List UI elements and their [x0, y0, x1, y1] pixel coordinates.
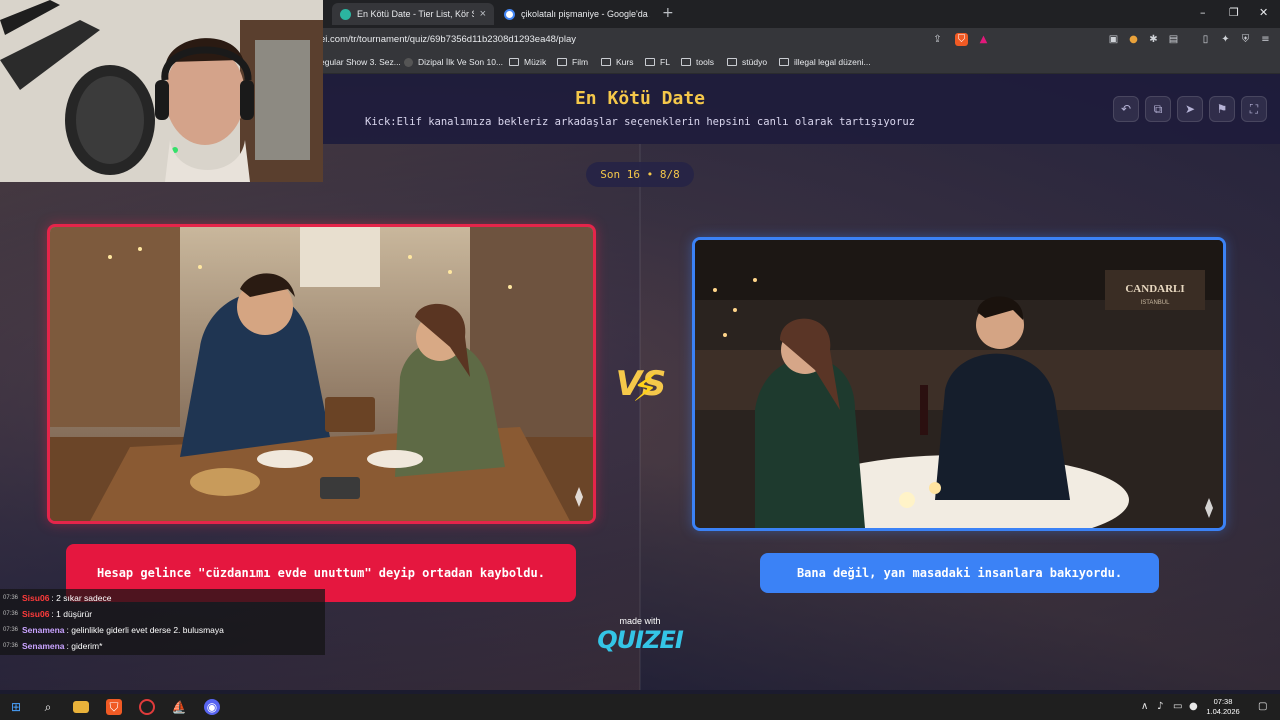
- app-icon[interactable]: [139, 699, 155, 715]
- round-indicator: Son 16 • 8/8: [586, 162, 694, 187]
- extension-icon[interactable]: ▣: [1107, 33, 1120, 46]
- option-left-image[interactable]: [47, 224, 596, 524]
- puzzle-icon[interactable]: ✱: [1147, 33, 1160, 46]
- folder-icon: [601, 58, 611, 66]
- made-with-label: made with: [619, 616, 661, 626]
- option-right-button[interactable]: Bana değil, yan masadaki insanlara bakıy…: [760, 553, 1159, 593]
- bookmark-folder-illegal[interactable]: illegal legal düzeni...: [779, 57, 871, 67]
- report-flag-button[interactable]: ⚑: [1209, 96, 1235, 122]
- folder-icon: [557, 58, 567, 66]
- sidebar-icon[interactable]: ▯: [1199, 33, 1212, 46]
- copy-link-button[interactable]: ⧉: [1145, 96, 1171, 122]
- discord-icon[interactable]: ◉: [204, 699, 220, 715]
- svg-text:ISTANBUL: ISTANBUL: [1141, 300, 1171, 306]
- date-photo-restaurant: CANDARLI ISTANBUL: [695, 240, 1223, 528]
- chat-message: 07:36 Senamena : giderim*: [3, 641, 103, 651]
- network-icon[interactable]: ▭: [1173, 701, 1182, 712]
- bookmark-folder-muzik[interactable]: Müzik: [509, 57, 546, 67]
- cookie-icon[interactable]: ●: [1127, 33, 1140, 46]
- notifications-icon[interactable]: ▢: [1258, 701, 1267, 712]
- media-icon[interactable]: ▤: [1167, 33, 1180, 46]
- stream-chat-overlay: 07:36 Sisu06 : 2 sıkar sadece 07:36 Sisu…: [0, 589, 325, 655]
- close-window-icon[interactable]: ✕: [1259, 6, 1268, 19]
- folder-icon: [727, 58, 737, 66]
- tab-label: çikolatalı pişmaniye - Google'da Ara: [521, 9, 650, 19]
- new-tab-button[interactable]: +: [662, 5, 674, 21]
- tab-google-search[interactable]: çikolatalı pişmaniye - Google'da Ara: [496, 3, 658, 25]
- folder-icon: [509, 58, 519, 66]
- tab-en-kotu-date[interactable]: En Kötü Date - Tier List, Kör Sırala ×: [332, 3, 494, 25]
- microphone-icon[interactable]: ●: [1189, 701, 1198, 712]
- bookmark-folder-fl[interactable]: FL: [645, 57, 670, 67]
- speaker-icon[interactable]: ♪: [1157, 701, 1163, 712]
- brave-rewards-icon[interactable]: ▲: [977, 33, 990, 46]
- windows-start-icon[interactable]: ⊞: [8, 699, 24, 715]
- fullscreen-button[interactable]: ⛶: [1241, 96, 1267, 122]
- bookmark-folder-studyo[interactable]: stüdyo: [727, 57, 767, 67]
- lightning-icon: ⚡: [632, 366, 659, 410]
- quizei-logo[interactable]: QUIZEI: [596, 626, 684, 654]
- bookmark-dizipal[interactable]: Dizipal İlk Ve Son 10...: [404, 57, 503, 67]
- folder-icon: [779, 58, 789, 66]
- tray-chevron-icon[interactable]: ∧: [1141, 701, 1148, 712]
- screen: En Kötü Date - Tier List, Kör Sırala × ç…: [0, 0, 1280, 720]
- undo-button[interactable]: ↶: [1113, 96, 1139, 122]
- option-right-image[interactable]: CANDARLI ISTANBUL: [692, 237, 1226, 531]
- file-explorer-icon[interactable]: [73, 701, 89, 713]
- steam-icon[interactable]: ⛵: [171, 699, 187, 715]
- tab-label: En Kötü Date - Tier List, Kör Sırala: [357, 9, 474, 19]
- minimize-icon[interactable]: –: [1200, 6, 1206, 19]
- google-favicon-icon: [504, 8, 515, 20]
- chat-message: 07:36 Sisu06 : 1 düşürür: [3, 609, 93, 619]
- close-tab-icon[interactable]: ×: [480, 8, 486, 20]
- versus-emblem: VS ⚡: [606, 354, 676, 414]
- menu-icon[interactable]: ≡: [1259, 33, 1272, 46]
- url-field[interactable]: ei.com/tr/tournament/quiz/69b7356d11b230…: [320, 34, 576, 45]
- share-icon[interactable]: ⇪: [931, 33, 944, 46]
- date-photo-wallet: [50, 227, 593, 521]
- folder-icon: [645, 58, 655, 66]
- restore-icon[interactable]: ❐: [1229, 6, 1239, 19]
- bookmark-folder-tools[interactable]: tools: [681, 57, 714, 67]
- brave-shield-icon[interactable]: ⛉: [955, 33, 968, 46]
- share-button[interactable]: ➤: [1177, 96, 1203, 122]
- bookmark-folder-film[interactable]: Film: [557, 57, 588, 67]
- windows-taskbar: ⊞ ⌕ ⛉ ⛵ ◉ ∧ ♪ ▭ ● 07:38 1.04.2026 ▢: [0, 694, 1280, 720]
- folder-icon: [681, 58, 691, 66]
- quizei-favicon-icon: [340, 8, 351, 20]
- vpn-icon[interactable]: ⛨: [1239, 33, 1252, 46]
- svg-text:CANDARLI: CANDARLI: [1125, 283, 1184, 295]
- brave-browser-icon[interactable]: ⛉: [106, 699, 122, 715]
- taskbar-clock[interactable]: 07:38 1.04.2026: [1198, 697, 1248, 717]
- leo-ai-icon[interactable]: ✦: [1219, 33, 1232, 46]
- chat-message: 07:36 Senamena : gelinlikle giderli evet…: [3, 625, 224, 635]
- search-icon[interactable]: ⌕: [40, 699, 56, 715]
- bookmark-favicon-icon: [404, 57, 413, 67]
- webcam-feed: [0, 0, 323, 182]
- bookmark-regular-show[interactable]: egular Show 3. Sez...: [320, 57, 401, 67]
- chat-message: 07:36 Sisu06 : 2 sıkar sadece: [3, 593, 112, 603]
- streamer-webcam: [0, 0, 323, 182]
- bookmark-folder-kurs[interactable]: Kurs: [601, 57, 633, 67]
